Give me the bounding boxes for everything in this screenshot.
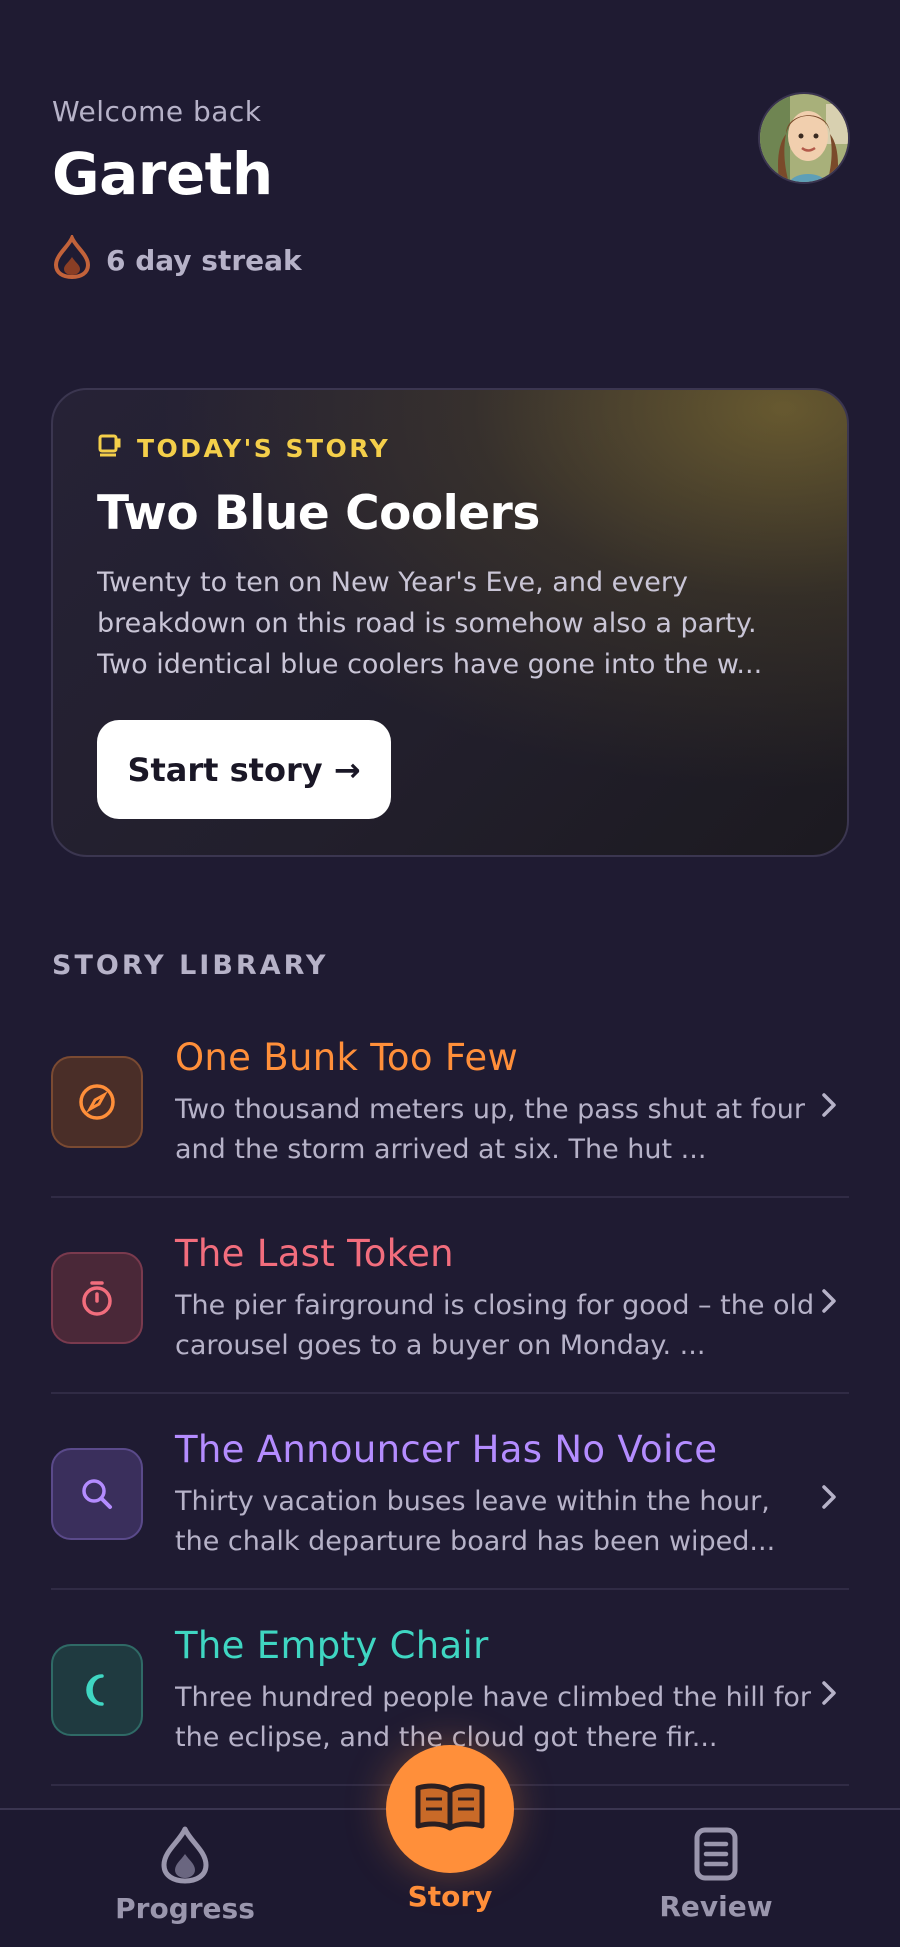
flame-icon [52, 233, 92, 286]
list-item[interactable]: The Last Token The pier fairground is cl… [51, 1198, 849, 1394]
username: Gareth [52, 140, 273, 208]
story-item-description: Three hundred people have climbed the hi… [175, 1682, 812, 1753]
nav-review[interactable]: Review [641, 1810, 791, 1947]
list-item[interactable]: The Announcer Has No Voice Thirty vacati… [51, 1394, 849, 1590]
cup-icon [97, 432, 123, 464]
stopwatch-icon [51, 1252, 143, 1344]
story-item-title: The Empty Chair [175, 1624, 489, 1667]
story-item-title: The Announcer Has No Voice [175, 1428, 718, 1471]
story-list: One Bunk Too Few Two thousand meters up,… [51, 1002, 849, 1786]
streak-indicator: 6 day streak [52, 233, 302, 286]
flame-icon [159, 1826, 211, 1888]
streak-text: 6 day streak [106, 244, 302, 277]
document-icon [693, 1826, 739, 1886]
nav-progress-label: Progress [115, 1892, 255, 1925]
kicker-text: TODAY'S STORY [137, 433, 391, 463]
nav-progress[interactable]: Progress [110, 1810, 260, 1947]
story-item-description: The pier fairground is closing for good … [175, 1290, 815, 1361]
chevron-right-icon [821, 1484, 837, 1514]
story-item-description: Thirty vacation buses leave within the h… [175, 1486, 776, 1557]
compass-icon [51, 1056, 143, 1148]
list-item[interactable]: One Bunk Too Few Two thousand meters up,… [51, 1002, 849, 1198]
start-story-button[interactable]: Start story → [97, 720, 391, 819]
header: Welcome back Gareth 6 day streak [52, 95, 852, 295]
story-item-title: One Bunk Too Few [175, 1036, 519, 1079]
story-item-description: Two thousand meters up, the pass shut at… [175, 1094, 805, 1165]
search-icon [51, 1448, 143, 1540]
welcome-text: Welcome back [52, 95, 262, 128]
library-heading: STORY LIBRARY [52, 950, 329, 981]
chevron-right-icon [821, 1092, 837, 1122]
moon-icon [51, 1644, 143, 1736]
nav-story-label: Story [407, 1880, 493, 1913]
avatar[interactable] [758, 92, 850, 184]
chevron-right-icon [821, 1680, 837, 1710]
story-fab-button[interactable] [386, 1745, 514, 1873]
todays-story-card[interactable]: TODAY'S STORY Two Blue Coolers Twenty to… [51, 388, 849, 857]
story-description: Twenty to ten on New Year's Eve, and eve… [97, 567, 763, 680]
todays-story-kicker: TODAY'S STORY [97, 432, 390, 464]
chevron-right-icon [821, 1288, 837, 1318]
book-icon [412, 1781, 488, 1837]
story-title: Two Blue Coolers [97, 486, 540, 541]
nav-review-label: Review [659, 1890, 773, 1923]
story-item-title: The Last Token [175, 1232, 454, 1275]
